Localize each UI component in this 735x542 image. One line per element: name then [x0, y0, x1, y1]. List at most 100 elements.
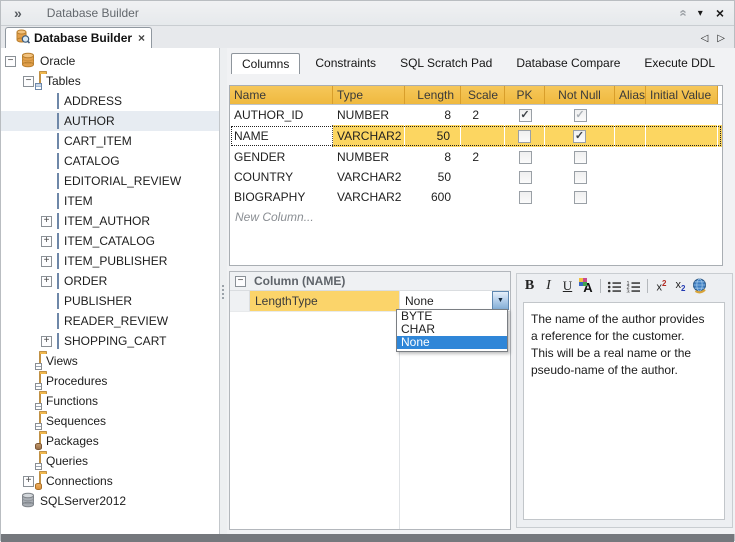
- dropdown-arrow-icon[interactable]: ▼: [492, 291, 509, 310]
- expander-minus-icon[interactable]: −: [23, 76, 34, 87]
- cell-alias[interactable]: [615, 147, 646, 167]
- cell-alias[interactable]: [615, 167, 646, 187]
- tree-item-item[interactable]: ITEM: [1, 191, 219, 211]
- tab-constraints[interactable]: Constraints: [303, 53, 388, 74]
- cell-type[interactable]: VARCHAR2: [333, 167, 405, 187]
- expander-minus-icon[interactable]: −: [5, 56, 16, 67]
- tree-item-procedures[interactable]: Procedures: [1, 371, 219, 391]
- cell-length[interactable]: 50: [405, 167, 461, 187]
- cell-type[interactable]: NUMBER: [333, 105, 405, 125]
- vertical-splitter[interactable]: [220, 48, 227, 534]
- tree-item-packages[interactable]: Packages: [1, 431, 219, 451]
- cell-name[interactable]: COUNTRY: [230, 167, 333, 187]
- cell-name[interactable]: NAME: [230, 125, 333, 147]
- property-value-cell[interactable]: None ▼: [400, 291, 510, 311]
- tree-item-sequences[interactable]: Sequences: [1, 411, 219, 431]
- tree-item-tables[interactable]: −Tables: [1, 71, 219, 91]
- grid-row-biography[interactable]: BIOGRAPHYVARCHAR2600: [230, 187, 722, 207]
- tree-item-views[interactable]: Views: [1, 351, 219, 371]
- tree-item-order[interactable]: +ORDER: [1, 271, 219, 291]
- tree-item-reader-review[interactable]: READER_REVIEW: [1, 311, 219, 331]
- cell-initial-value[interactable]: [646, 105, 718, 125]
- not-null-checkbox[interactable]: [574, 171, 587, 184]
- cell-alias[interactable]: [615, 125, 646, 147]
- tab-close-icon[interactable]: ×: [138, 31, 145, 45]
- superscript-icon[interactable]: x2: [653, 277, 670, 295]
- grid-row-author-id[interactable]: AUTHOR_IDNUMBER82: [230, 105, 722, 125]
- cell-length[interactable]: 8: [405, 147, 461, 167]
- tab-columns[interactable]: Columns: [231, 53, 300, 74]
- tree-item-editorial-review[interactable]: EDITORIAL_REVIEW: [1, 171, 219, 191]
- tree-item-connections[interactable]: +Connections: [1, 471, 219, 491]
- not-null-checkbox[interactable]: [574, 151, 587, 164]
- expander-plus-icon[interactable]: +: [41, 256, 52, 267]
- tree-item-shopping-cart[interactable]: +SHOPPING_CART: [1, 331, 219, 351]
- cell-initial-value[interactable]: [646, 187, 718, 207]
- cell-name[interactable]: GENDER: [230, 147, 333, 167]
- tab-execute-ddl[interactable]: Execute DDL: [632, 53, 727, 74]
- splitter-grip[interactable]: [222, 285, 224, 287]
- expander-plus-icon[interactable]: +: [23, 476, 34, 487]
- cell-scale[interactable]: [461, 125, 505, 147]
- window-menu-icon[interactable]: ▾: [698, 8, 703, 19]
- notes-text[interactable]: The name of the author provides a refere…: [523, 302, 725, 520]
- tab-database-builder[interactable]: Database Builder ×: [5, 27, 152, 48]
- underline-icon[interactable]: U: [559, 277, 576, 295]
- pk-checkbox[interactable]: [519, 151, 532, 164]
- not-null-checkbox[interactable]: [574, 109, 587, 122]
- cell-initial-value[interactable]: [646, 167, 718, 187]
- expander-plus-icon[interactable]: +: [41, 216, 52, 227]
- column-header-pk[interactable]: PK: [505, 86, 545, 104]
- column-header-name[interactable]: Name: [230, 86, 333, 104]
- nav-right-icon[interactable]: ▷: [717, 33, 725, 44]
- tree-item-queries[interactable]: Queries: [1, 451, 219, 471]
- italic-icon[interactable]: I: [540, 277, 557, 295]
- dropdown-option-none[interactable]: None: [397, 336, 507, 349]
- new-column-row[interactable]: New Column...: [230, 207, 722, 227]
- tree-item-item-publisher[interactable]: +ITEM_PUBLISHER: [1, 251, 219, 271]
- cell-length[interactable]: 50: [405, 125, 461, 147]
- tab-sql-scratch-pad[interactable]: SQL Scratch Pad: [388, 53, 504, 74]
- grid-row-name[interactable]: NAMEVARCHAR250: [230, 125, 722, 147]
- pk-checkbox[interactable]: [519, 109, 532, 122]
- expander-plus-icon[interactable]: +: [41, 336, 52, 347]
- nav-left-icon[interactable]: ◁: [701, 33, 709, 44]
- cell-length[interactable]: 600: [405, 187, 461, 207]
- cell-initial-value[interactable]: [646, 147, 718, 167]
- pk-checkbox[interactable]: [518, 130, 531, 143]
- column-header-length[interactable]: Length: [405, 86, 461, 104]
- not-null-checkbox[interactable]: [573, 130, 586, 143]
- subscript-icon[interactable]: x2: [672, 277, 689, 295]
- tree-item-catalog[interactable]: CATALOG: [1, 151, 219, 171]
- tree-item-item-catalog[interactable]: +ITEM_CATALOG: [1, 231, 219, 251]
- tab-database-compare[interactable]: Database Compare: [504, 53, 632, 74]
- pk-checkbox[interactable]: [519, 191, 532, 204]
- overflow-chevrons-icon[interactable]: »: [14, 5, 21, 21]
- not-null-checkbox[interactable]: [574, 191, 587, 204]
- cell-name[interactable]: AUTHOR_ID: [230, 105, 333, 125]
- cell-type[interactable]: VARCHAR2: [333, 125, 405, 147]
- column-header-initial-value[interactable]: Initial Value: [646, 86, 718, 104]
- cell-name[interactable]: BIOGRAPHY: [230, 187, 333, 207]
- autohide-pin-icon[interactable]: »: [674, 10, 689, 16]
- tree-item-item-author[interactable]: +ITEM_AUTHOR: [1, 211, 219, 231]
- cell-scale[interactable]: [461, 187, 505, 207]
- expander-plus-icon[interactable]: +: [41, 236, 52, 247]
- expander-plus-icon[interactable]: +: [41, 276, 52, 287]
- numbered-list-icon[interactable]: 123: [625, 277, 642, 295]
- tree-item-functions[interactable]: Functions: [1, 391, 219, 411]
- tree-item-sqlserver2012[interactable]: SQLServer2012: [1, 491, 219, 511]
- tree-item-address[interactable]: ADDRESS: [1, 91, 219, 111]
- tree-item-cart-item[interactable]: CART_ITEM: [1, 131, 219, 151]
- cell-length[interactable]: 8: [405, 105, 461, 125]
- close-icon[interactable]: ×: [716, 7, 724, 19]
- column-header-type[interactable]: Type: [333, 86, 405, 104]
- column-header-alias[interactable]: Alias: [615, 86, 646, 104]
- cell-alias[interactable]: [615, 187, 646, 207]
- font-color-icon[interactable]: A: [578, 277, 595, 295]
- tree-item-oracle[interactable]: −Oracle: [1, 51, 219, 71]
- column-header-scale[interactable]: Scale: [461, 86, 505, 104]
- pk-checkbox[interactable]: [519, 171, 532, 184]
- grid-row-gender[interactable]: GENDERNUMBER82: [230, 147, 722, 167]
- bullet-list-icon[interactable]: [606, 277, 623, 295]
